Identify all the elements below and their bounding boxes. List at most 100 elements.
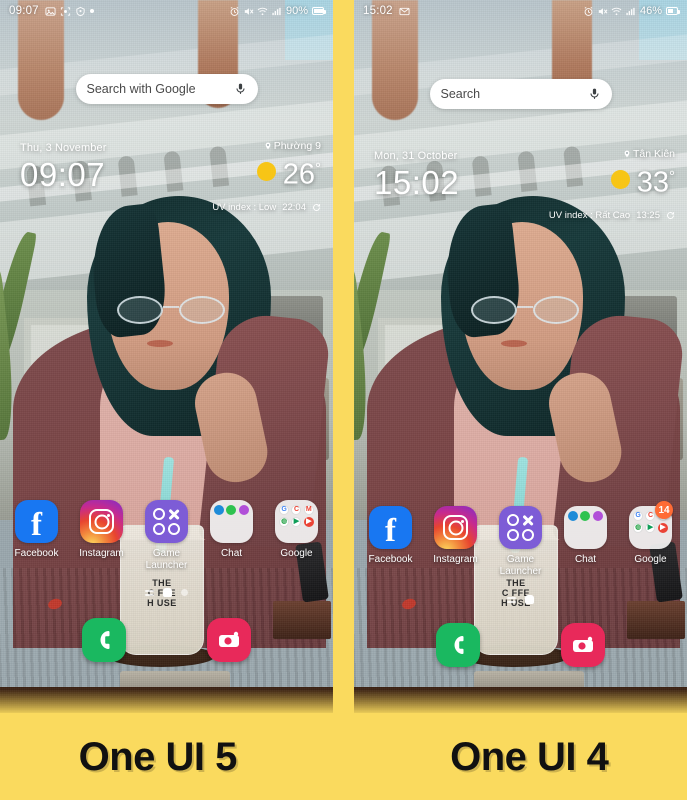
weather-updated-time: 13:25	[636, 210, 660, 221]
search-input[interactable]: Search	[441, 87, 588, 101]
game-launcher-icon[interactable]	[499, 506, 542, 549]
app-facebook[interactable]: f Facebook	[7, 500, 67, 572]
chat-folder-icon[interactable]	[210, 500, 253, 543]
app-instagram[interactable]: Instagram	[426, 506, 486, 578]
battery-percent: 90%	[285, 5, 308, 17]
app-google-folder[interactable]: G C M ◍ ▶ ▶ 14 Google	[621, 501, 681, 578]
weather-temperature: 26°	[282, 158, 321, 191]
weather-updated-time: 22:04	[282, 202, 306, 213]
clock-widget[interactable]: Mon, 31 October 15:02	[374, 150, 459, 203]
battery-percent: 46%	[639, 5, 662, 17]
page-indicators	[0, 588, 333, 597]
page-indicator-dot[interactable]	[181, 589, 188, 596]
weather-main-row: 33°	[610, 162, 675, 199]
app-label: Google	[280, 548, 313, 559]
sun-icon	[610, 170, 630, 190]
app-label: Chat	[220, 548, 243, 559]
phone-screen-one-ui-4: THE C FFE H USE 15:02 46% Search Mon, 31…	[354, 0, 687, 713]
dock	[354, 623, 687, 667]
wallpaper: THE C FFE H USE	[0, 0, 333, 713]
caption-row: One UI 5 One UI 4	[0, 715, 687, 800]
cup-brand-line1: THE	[506, 578, 526, 588]
location-pin-icon	[264, 141, 272, 151]
search-bar[interactable]: Search with Google	[75, 74, 258, 104]
app-google-folder[interactable]: G C M ◍ ▶ ▶ Google	[267, 500, 327, 572]
search-input[interactable]: Search with Google	[87, 82, 234, 96]
app-label: Instagram	[433, 554, 478, 565]
phone-screen-one-ui-5: THE C FFE H USE 09:07 90% Search with Go…	[0, 0, 333, 713]
gmail-icon	[399, 6, 410, 17]
widget-time: 09:07	[20, 156, 106, 193]
alarm-icon	[583, 6, 594, 17]
signal-icon	[271, 6, 282, 17]
app-label: Google	[634, 554, 667, 565]
page-indicator-apps-icon[interactable]	[145, 589, 154, 597]
weather-temperature: 33°	[636, 166, 675, 199]
app-label: Instagram	[79, 548, 124, 559]
weather-location: Tân Kiên	[632, 148, 675, 160]
weather-widget[interactable]: Tân Kiên 33° UV index : Rất Cao 13:25	[549, 148, 675, 221]
status-bar: 09:07 90%	[0, 0, 333, 22]
facebook-icon[interactable]: f	[15, 500, 58, 543]
app-instagram[interactable]: Instagram	[72, 500, 132, 572]
app-chat-folder[interactable]: Chat	[202, 500, 262, 572]
weather-location-row: Phường 9	[257, 140, 321, 152]
app-facebook[interactable]: f Facebook	[361, 506, 421, 578]
widget-date: Thu, 3 November	[20, 142, 107, 154]
weather-footer: UV index : Rất Cao 13:25	[549, 210, 675, 221]
mute-icon	[597, 6, 608, 17]
chat-folder-icon[interactable]	[564, 506, 607, 549]
refresh-icon[interactable]	[312, 203, 321, 212]
page-indicator-home-icon[interactable]	[163, 588, 172, 597]
microphone-icon[interactable]	[588, 86, 601, 102]
refresh-icon[interactable]	[666, 211, 675, 220]
weather-location-row: Tân Kiên	[611, 148, 675, 160]
wifi-icon	[611, 6, 622, 17]
signal-icon	[625, 6, 636, 17]
app-label: Facebook	[368, 554, 413, 565]
app-game-launcher[interactable]: Game Launcher	[137, 500, 197, 572]
cup-brand-line1: THE	[152, 578, 172, 588]
weather-main-row: 26°	[256, 154, 321, 191]
app-row: f Facebook Instagram Game Launcher Chat …	[0, 500, 333, 572]
status-bar: 15:02 46%	[354, 0, 687, 22]
phone-comparison: THE C FFE H USE 09:07 90% Search with Go…	[0, 0, 687, 715]
location-pin-icon	[623, 149, 631, 159]
page-indicators	[354, 595, 687, 604]
page-indicator-apps-icon[interactable]	[507, 596, 516, 604]
clock-widget[interactable]: Thu, 3 November 09:07	[20, 142, 106, 195]
camera-icon[interactable]	[560, 623, 605, 667]
status-clock: 09:07	[9, 5, 39, 17]
weather-uv-index: UV index : Rất Cao	[548, 210, 631, 221]
google-folder-icon[interactable]: G C M ◍ ▶ ▶	[275, 500, 318, 543]
mute-icon	[243, 6, 254, 17]
app-game-launcher[interactable]: Game Launcher	[491, 506, 551, 578]
app-row: f Facebook Instagram Game Launcher Chat …	[354, 501, 687, 578]
camera-icon[interactable]	[206, 618, 251, 662]
widget-date: Mon, 31 October	[374, 150, 458, 162]
instagram-icon[interactable]	[434, 506, 477, 549]
phone-icon[interactable]	[436, 623, 481, 667]
instagram-icon[interactable]	[80, 500, 123, 543]
app-chat-folder[interactable]: Chat	[556, 506, 616, 578]
app-label: Facebook	[14, 548, 59, 559]
app-label: Game Launcher	[145, 548, 188, 571]
page-indicator-home-icon[interactable]	[525, 595, 534, 604]
weather-uv-index: UV index : Low	[212, 202, 277, 213]
google-folder-icon[interactable]: G C M ◍ ▶ ▶ 14	[629, 501, 673, 549]
battery-icon	[666, 7, 680, 15]
widget-time: 15:02	[374, 164, 460, 201]
weather-widget[interactable]: Phường 9 26° UV index : Low 22:04	[212, 140, 321, 213]
search-bar[interactable]: Search	[429, 79, 612, 109]
caption-right: One UI 4	[450, 735, 609, 779]
app-label: Chat	[574, 554, 597, 565]
screenshot-icon	[60, 6, 71, 17]
caption-left: One UI 5	[78, 735, 238, 779]
sun-icon	[256, 162, 276, 182]
app-label: Game Launcher	[499, 554, 542, 577]
phone-icon[interactable]	[82, 618, 127, 662]
microphone-icon[interactable]	[234, 81, 247, 97]
game-launcher-icon[interactable]	[145, 500, 188, 543]
facebook-icon[interactable]: f	[369, 506, 412, 549]
wifi-icon	[257, 6, 268, 17]
